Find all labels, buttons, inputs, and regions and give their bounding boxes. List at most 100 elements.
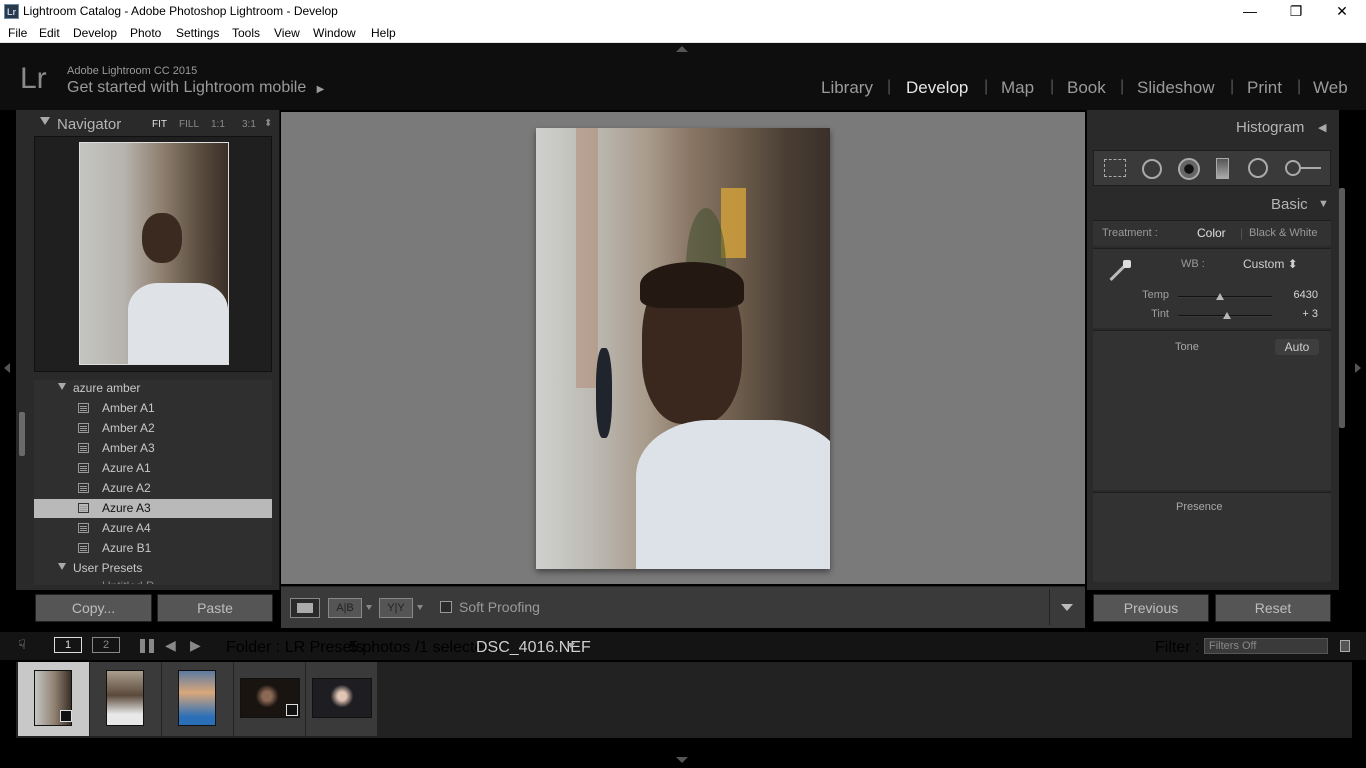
preset-item[interactable]: Amber A1 bbox=[34, 399, 272, 418]
swap-settings-button[interactable]: Y|Y bbox=[379, 598, 413, 618]
zoom-1-1[interactable]: 1:1 bbox=[211, 119, 225, 130]
user-presets-arrow-icon[interactable] bbox=[58, 563, 66, 570]
preset-group-user[interactable]: User Presets bbox=[73, 561, 142, 575]
thumb-image bbox=[312, 678, 372, 718]
loupe-view-button[interactable] bbox=[290, 598, 320, 618]
preset-item-partial[interactable]: Untitled P... bbox=[102, 579, 262, 584]
minimize-button[interactable]: — bbox=[1227, 0, 1273, 23]
spot-removal-icon[interactable] bbox=[1142, 159, 1162, 179]
module-print[interactable]: Print bbox=[1247, 78, 1282, 98]
folder-source[interactable]: Folder : LR Presets bbox=[226, 639, 364, 657]
menu-tools[interactable]: Tools bbox=[232, 26, 260, 40]
menu-settings[interactable]: Settings bbox=[176, 26, 219, 40]
zoom-3-1[interactable]: 3:1 bbox=[242, 119, 256, 130]
temp-slider[interactable] bbox=[1178, 296, 1272, 298]
navigator-thumbnail[interactable] bbox=[79, 142, 229, 365]
tint-value[interactable]: + 3 bbox=[1268, 308, 1318, 320]
navigator-collapse-icon[interactable] bbox=[40, 117, 50, 125]
module-book[interactable]: Book bbox=[1067, 78, 1106, 98]
left-panel-toggle-icon[interactable] bbox=[4, 363, 10, 373]
loupe-view-icon bbox=[297, 603, 313, 613]
wb-dropdown[interactable]: Custom ⬍ bbox=[1243, 257, 1298, 271]
histogram-collapse-icon[interactable]: ◀ bbox=[1318, 121, 1326, 134]
paste-settings-button[interactable]: Paste bbox=[157, 594, 273, 622]
grid-view-icon[interactable] bbox=[140, 639, 154, 653]
basic-title[interactable]: Basic bbox=[1271, 196, 1308, 213]
app-icon: Lr bbox=[4, 4, 19, 19]
preset-group-azure-amber[interactable]: azure amber bbox=[73, 381, 140, 395]
wb-eyedropper-icon[interactable] bbox=[1102, 256, 1136, 286]
previous-button[interactable]: Previous bbox=[1093, 594, 1209, 622]
preset-item[interactable]: Amber A3 bbox=[34, 439, 272, 458]
menu-help[interactable]: Help bbox=[371, 26, 396, 40]
tint-slider-thumb[interactable] bbox=[1222, 312, 1231, 319]
preset-item[interactable]: Azure B1 bbox=[34, 539, 272, 558]
mobile-promo-link[interactable]: Get started with Lightroom mobile ▶ bbox=[67, 79, 324, 97]
preset-group-arrow-icon[interactable] bbox=[58, 383, 66, 390]
filmstrip-thumb[interactable] bbox=[162, 662, 234, 736]
navigator-title[interactable]: Navigator bbox=[57, 116, 121, 133]
basic-collapse-icon[interactable]: ▼ bbox=[1318, 198, 1329, 210]
adjustment-brush-icon[interactable] bbox=[1285, 160, 1321, 176]
filmstrip-thumb-selected[interactable] bbox=[18, 662, 90, 736]
preset-icon bbox=[78, 463, 89, 473]
treatment-color-option[interactable]: Color bbox=[1197, 226, 1226, 240]
filmstrip-thumb[interactable] bbox=[306, 662, 378, 736]
soft-proofing-checkbox[interactable] bbox=[440, 601, 452, 613]
module-develop[interactable]: Develop bbox=[906, 78, 968, 98]
maximize-button[interactable]: ❐ bbox=[1273, 0, 1319, 23]
preset-item-selected[interactable]: Azure A3 bbox=[34, 499, 272, 518]
filmstrip-thumb[interactable] bbox=[234, 662, 306, 736]
filter-lock-icon[interactable] bbox=[1340, 640, 1350, 652]
main-window-button[interactable]: 1 bbox=[54, 637, 82, 653]
secondary-display-icon[interactable]: ☟ bbox=[18, 637, 32, 653]
filmstrip-thumb[interactable] bbox=[90, 662, 162, 736]
crop-tool-icon[interactable] bbox=[1104, 159, 1126, 177]
radial-filter-icon[interactable] bbox=[1248, 158, 1268, 178]
previous-photo-icon[interactable]: ◀ bbox=[165, 637, 176, 654]
before-after-button[interactable]: A|B bbox=[328, 598, 362, 618]
red-eye-icon[interactable] bbox=[1178, 158, 1200, 180]
right-panel-scrollbar[interactable] bbox=[1339, 188, 1345, 428]
selected-filename[interactable]: DSC_4016.NEF bbox=[476, 639, 591, 657]
right-panel-toggle-icon[interactable] bbox=[1355, 363, 1361, 373]
preset-item[interactable]: Azure A1 bbox=[34, 459, 272, 478]
main-photo[interactable] bbox=[536, 128, 830, 569]
zoom-dropdown-icon[interactable]: ⬍ bbox=[264, 118, 272, 129]
graduated-filter-icon[interactable] bbox=[1216, 158, 1229, 179]
module-slideshow[interactable]: Slideshow bbox=[1137, 78, 1215, 98]
preset-item[interactable]: Amber A2 bbox=[34, 419, 272, 438]
filename-dropdown-icon[interactable] bbox=[567, 643, 575, 648]
top-panel-toggle-icon[interactable] bbox=[676, 46, 688, 52]
second-window-button[interactable]: 2 bbox=[92, 637, 120, 653]
treatment-bw-option[interactable]: Black & White bbox=[1249, 227, 1317, 239]
copy-settings-button[interactable]: Copy... bbox=[35, 594, 152, 622]
temp-slider-thumb[interactable] bbox=[1216, 293, 1225, 300]
menu-develop[interactable]: Develop bbox=[73, 26, 117, 40]
menu-photo[interactable]: Photo bbox=[130, 26, 161, 40]
module-web[interactable]: Web bbox=[1313, 78, 1348, 98]
menu-window[interactable]: Window bbox=[313, 26, 356, 40]
histogram-title[interactable]: Histogram bbox=[1236, 119, 1304, 136]
filmstrip-toggle-icon[interactable] bbox=[676, 757, 688, 763]
tone-auto-button[interactable]: Auto bbox=[1275, 339, 1319, 355]
menu-view[interactable]: View bbox=[274, 26, 300, 40]
temp-value[interactable]: 6430 bbox=[1268, 289, 1318, 301]
next-photo-icon[interactable]: ▶ bbox=[190, 637, 201, 654]
zoom-fill[interactable]: FILL bbox=[179, 119, 199, 130]
swap-dropdown-icon[interactable] bbox=[417, 605, 423, 610]
filter-dropdown[interactable]: Filters Off bbox=[1204, 638, 1328, 654]
toolbar-divider bbox=[1049, 589, 1050, 625]
menu-edit[interactable]: Edit bbox=[39, 26, 60, 40]
close-button[interactable]: ✕ bbox=[1319, 0, 1365, 23]
preset-item[interactable]: Azure A2 bbox=[34, 479, 272, 498]
module-map[interactable]: Map bbox=[1001, 78, 1034, 98]
menu-file[interactable]: File bbox=[8, 26, 27, 40]
zoom-fit[interactable]: FIT bbox=[152, 119, 167, 130]
reset-button[interactable]: Reset bbox=[1215, 594, 1331, 622]
toolbar-content-dropdown-icon[interactable] bbox=[1061, 604, 1073, 611]
left-panel-scrollbar[interactable] bbox=[19, 412, 25, 456]
preset-item[interactable]: Azure A4 bbox=[34, 519, 272, 538]
before-after-dropdown-icon[interactable] bbox=[366, 605, 372, 610]
module-library[interactable]: Library bbox=[821, 78, 873, 98]
